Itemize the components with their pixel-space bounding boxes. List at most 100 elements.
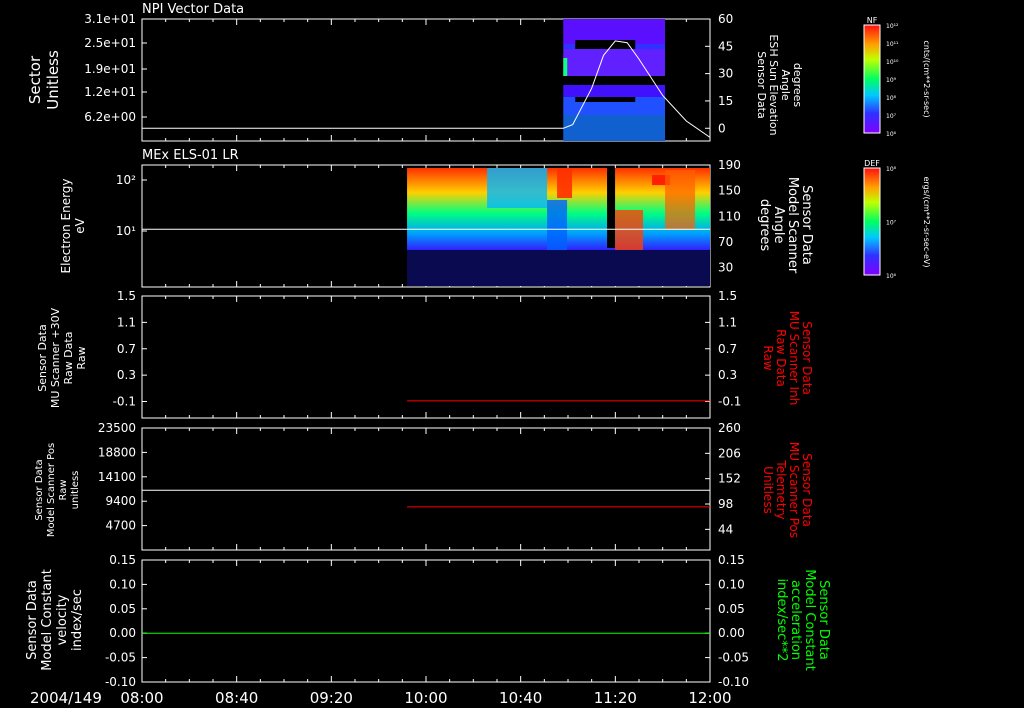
panel4-left-label: Model Scanner Pos <box>46 443 57 537</box>
panel2-right-label: Angle <box>771 207 786 244</box>
npi-heatmap-cell <box>563 49 666 76</box>
panel5-right-label: index/sec**2 <box>774 578 789 661</box>
x-tick-label: 10:40 <box>499 689 542 707</box>
els-spectrogram-patch <box>487 168 548 208</box>
els-spectrogram-patch <box>615 210 644 250</box>
y-tick-label: 15 <box>718 94 733 108</box>
y-tick-label: 0.10 <box>718 577 745 591</box>
panel3-left-label: MU Scanner +30V <box>49 307 62 408</box>
colorbar-tick-label: 10¹¹ <box>886 41 899 48</box>
panel2-left-label-1: Electron Energy <box>59 178 73 273</box>
panel3-right-label: Raw Data <box>774 329 788 387</box>
panel4-right-label: Telemetry <box>774 459 788 519</box>
y-tick-label: 152 <box>718 472 741 486</box>
y-tick-label: 1.5 <box>718 289 737 303</box>
panel1-right-label: Angle <box>779 69 792 101</box>
y-tick-label: 0 <box>718 121 726 135</box>
y-tick-label: 0.15 <box>109 553 136 567</box>
panel3-right-label: MU Scanner Inh <box>787 311 801 406</box>
y-tick-label: 23500 <box>98 421 136 435</box>
panel5-right-label: Model Constant <box>802 569 817 671</box>
y-tick-label: 30 <box>718 67 733 81</box>
panel-3-frame <box>141 295 711 419</box>
panel3-left-label: Raw <box>75 346 88 369</box>
panel5-left-label: index/sec <box>70 589 85 651</box>
colorbar-tick-label: 10⁹ <box>886 77 897 84</box>
colorbar-tick-label: 10¹⁰ <box>886 59 899 66</box>
y-tick-label: 6.2e+00 <box>84 110 136 124</box>
y-tick-label: 98 <box>718 497 733 511</box>
x-tick-label: 11:20 <box>594 689 637 707</box>
colorbar-tick-label: 10⁷ <box>886 113 897 120</box>
y-tick-label: 1.5 <box>117 289 136 303</box>
npi-heatmap-cell <box>563 115 666 141</box>
colorbar-tick-label: 10⁸ <box>886 166 897 173</box>
colorbar-2 <box>863 167 881 276</box>
y-tick-label: 1.1 <box>117 315 136 329</box>
y-tick-label: 206 <box>718 446 741 460</box>
colorbar-title: NF <box>867 16 878 25</box>
panel4-right-label: Sensor Data <box>800 453 814 527</box>
panel3-left-label: Raw Data <box>62 332 75 385</box>
panel4-right-label: Unitless <box>761 466 775 514</box>
date-label: 2004/149 <box>30 689 102 707</box>
y-tick-label: -0.05 <box>718 651 749 665</box>
x-tick-label: 08:00 <box>120 689 163 707</box>
colorbar-title: DEF <box>864 159 880 168</box>
els-spectrogram-patch <box>557 168 573 198</box>
y-tick-label: 10¹ <box>116 224 136 238</box>
y-tick-label: -0.10 <box>718 675 749 689</box>
y-tick-label: 44 <box>718 522 733 536</box>
panel1-right-label: degrees <box>791 63 804 108</box>
colorbar-tick-label: 10¹² <box>886 23 899 30</box>
panel3-right-label: Raw <box>761 345 775 370</box>
panel2-title: MEx ELS-01 LR <box>142 148 239 163</box>
y-tick-label: 0.15 <box>718 553 745 567</box>
npi-heatmap-cell <box>563 85 666 97</box>
panel1-title: NPI Vector Data <box>142 2 244 17</box>
panel5-right-label: acceleration <box>788 580 803 660</box>
panel4-left-label: unitless <box>70 471 81 510</box>
y-tick-label: 0.3 <box>718 368 737 382</box>
npi-heatmap-gap <box>575 97 636 102</box>
panel1-right-label: Sensor Data <box>755 51 768 118</box>
els-spectrogram-gap <box>607 168 616 248</box>
panel1-left-label-1: Sector <box>26 55 44 104</box>
panel2-left-label-2: eV <box>73 217 87 233</box>
y-tick-label: 3.1e+01 <box>84 12 136 26</box>
panel2-right-label: Sensor Data <box>799 185 814 265</box>
y-tick-label: 150 <box>718 184 741 198</box>
y-tick-label: 1.9e+01 <box>84 62 136 76</box>
x-tick-label: 10:00 <box>404 689 447 707</box>
y-tick-label: 30 <box>718 261 733 275</box>
panel1-left-label-2: Unitless <box>44 50 62 110</box>
y-tick-label: 18800 <box>98 445 136 459</box>
colorbar-unit-label: ergs/(cm**2-sr-sec-eV) <box>922 176 931 267</box>
x-tick-label: 09:20 <box>310 689 353 707</box>
panel4-left-label: Sensor Data <box>34 459 45 520</box>
panel-4-frame <box>141 427 711 551</box>
panel4-right-label: MU Scanner Pos <box>787 442 801 538</box>
x-tick-label: 12:00 <box>688 689 731 707</box>
y-tick-label: -0.05 <box>105 651 136 665</box>
y-tick-label: 0.7 <box>117 342 136 356</box>
panel5-left-label: velocity <box>55 594 70 645</box>
panel-5-frame <box>141 559 711 683</box>
panel4-left-label: Raw <box>58 479 69 500</box>
y-tick-label: 1.1 <box>718 315 737 329</box>
y-tick-label: 1.2e+01 <box>84 85 136 99</box>
y-tick-label: -0.10 <box>105 675 136 689</box>
y-tick-label: 0.7 <box>718 342 737 356</box>
y-tick-label: -0.1 <box>113 395 136 409</box>
y-tick-label: 110 <box>718 209 741 223</box>
y-tick-label: 70 <box>718 235 733 249</box>
panel3-right-label: Sensor Data <box>800 321 814 395</box>
y-tick-label: -0.1 <box>718 395 741 409</box>
y-tick-label: 9400 <box>105 494 136 508</box>
panel5-left-label: Model Constant <box>40 569 55 671</box>
y-tick-label: 0.05 <box>718 602 745 616</box>
panel2-right-label: Model Scanner <box>785 177 800 274</box>
els-spectrogram-patch <box>547 200 568 250</box>
els-spectrogram-patch <box>665 170 696 230</box>
y-tick-label: 0.3 <box>117 368 136 382</box>
